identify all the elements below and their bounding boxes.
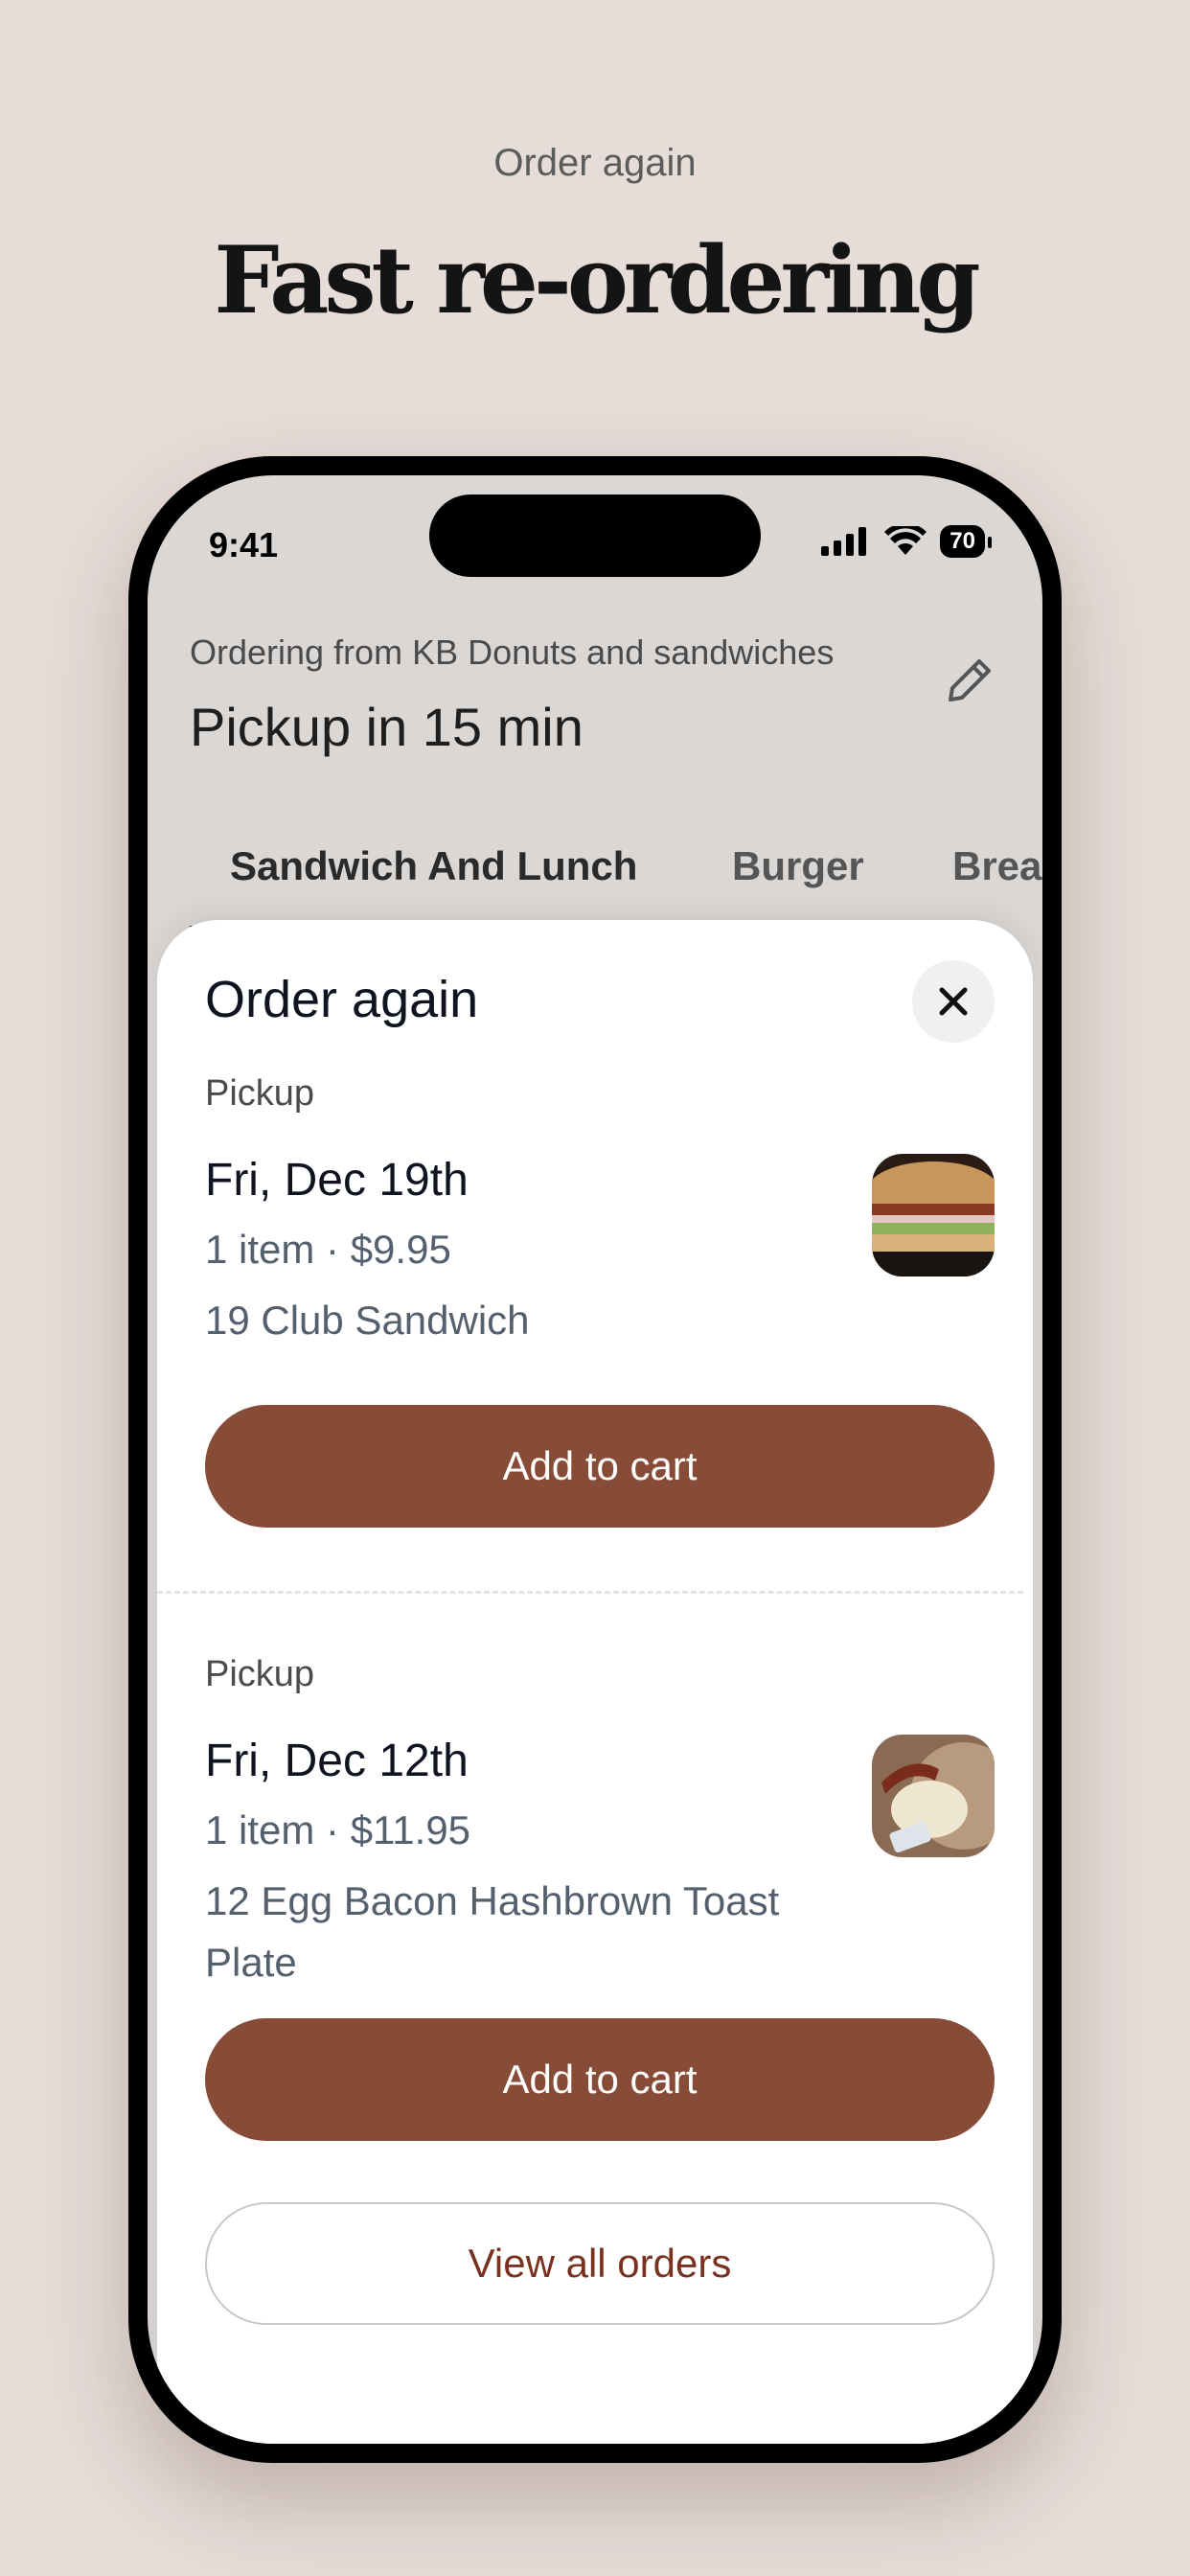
order-card: Pickup Fri, Dec 12th 1 item · $11.95 12 … [205, 1654, 995, 2141]
egg-bacon-plate-image [872, 1735, 995, 1857]
add-to-cart-button[interactable]: Add to cart [205, 1405, 995, 1528]
status-icons: 70 [821, 525, 992, 558]
promo-eyebrow: Order again [493, 142, 697, 184]
battery-icon: 70 [940, 525, 992, 558]
order-type: Pickup [205, 1654, 315, 1694]
category-tabs: Sandwich And Lunch Burger Brea [148, 820, 1042, 926]
order-card: Pickup Fri, Dec 19th 1 item · $9.95 19 C… [205, 1073, 995, 1528]
dynamic-island [429, 494, 761, 577]
pencil-edit-icon[interactable] [939, 650, 1000, 711]
order-again-sheet: Order again Pickup Fri, Dec 19th 1 item … [157, 920, 1033, 2444]
tab-breakfast[interactable]: Brea [952, 843, 1041, 889]
order-summary: 1 item · $9.95 [205, 1227, 451, 1272]
phone-frame: 9:41 70 Ordering from KB Donuts and sand… [128, 456, 1062, 2463]
close-icon [939, 987, 968, 1016]
club-sandwich-image [872, 1154, 995, 1276]
order-type: Pickup [205, 1073, 315, 1114]
status-time: 9:41 [209, 525, 279, 564]
order-date: Fri, Dec 12th [205, 1736, 469, 1786]
order-date: Fri, Dec 19th [205, 1155, 469, 1206]
wifi-icon [884, 526, 927, 555]
close-button[interactable] [912, 960, 995, 1043]
sheet-title: Order again [205, 971, 479, 1028]
status-bar: 9:41 70 [148, 475, 1042, 600]
view-all-orders-button[interactable]: View all orders [205, 2202, 995, 2325]
order-item-name: 12 Egg Bacon Hashbrown Toast Plate [205, 1878, 780, 1985]
add-to-cart-button[interactable]: Add to cart [205, 2018, 995, 2141]
phone-screen: 9:41 70 Ordering from KB Donuts and sand… [148, 475, 1042, 2444]
cellular-signal-icon [821, 527, 867, 556]
ordering-from-label: Ordering from KB Donuts and sandwiches [190, 632, 835, 672]
tab-burger[interactable]: Burger [732, 843, 864, 889]
order-divider [157, 1591, 1023, 1594]
order-summary: 1 item · $11.95 [205, 1807, 471, 1852]
promo-title: Fast re-ordering [214, 226, 980, 334]
tab-sandwich-and-lunch[interactable]: Sandwich And Lunch [230, 843, 637, 889]
pickup-time-title: Pickup in 15 min [190, 697, 584, 757]
order-item-name: 19 Club Sandwich [205, 1298, 530, 1343]
